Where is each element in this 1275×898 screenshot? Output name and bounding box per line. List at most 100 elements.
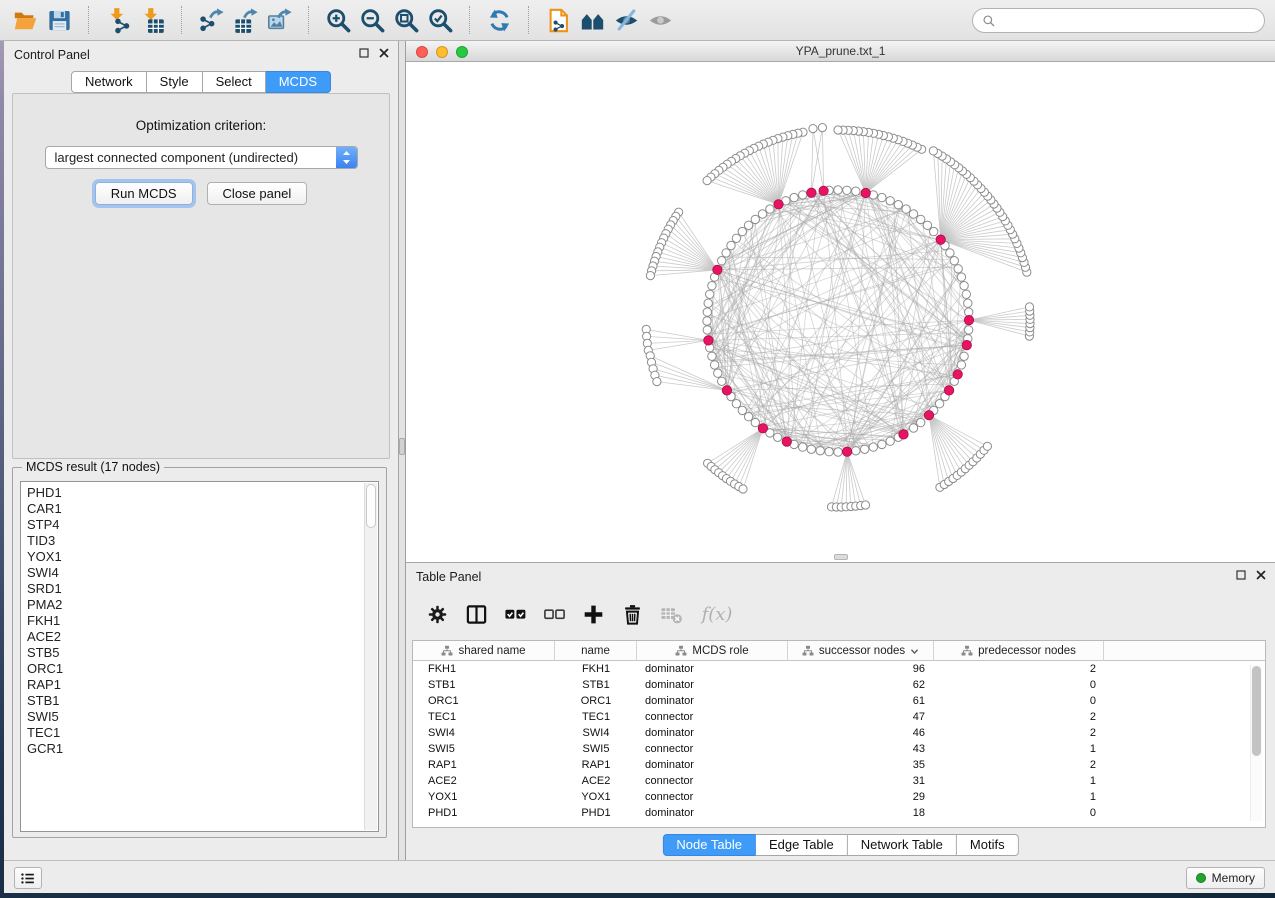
show-all-button xyxy=(643,3,677,37)
show-columns-button[interactable] xyxy=(461,599,491,629)
tab-mcds[interactable]: MCDS xyxy=(266,71,331,93)
table-row[interactable]: FKH1FKH1dominator962 xyxy=(413,661,1265,677)
tab-network-table[interactable]: Network Table xyxy=(848,834,957,856)
table-row[interactable]: STB1STB1dominator620 xyxy=(413,677,1265,693)
deselect-all-button[interactable] xyxy=(539,599,569,629)
mcds-result-item[interactable]: STB1 xyxy=(27,693,378,709)
horizontal-splitter-handle[interactable] xyxy=(834,554,848,560)
table-cell: TEC1 xyxy=(413,709,555,725)
mcds-list-scrollbar[interactable] xyxy=(364,483,377,830)
import-network-icon xyxy=(105,7,132,34)
table-row[interactable]: ORC1ORC1dominator610 xyxy=(413,693,1265,709)
export-image-button[interactable] xyxy=(262,3,296,37)
close-panel-button[interactable]: Close panel xyxy=(207,182,308,205)
network-graph[interactable] xyxy=(406,62,1275,562)
table-row[interactable]: PHD1PHD1dominator180 xyxy=(413,805,1265,821)
column-header-shared-name[interactable]: shared name xyxy=(413,641,555,661)
zoom-out-button[interactable] xyxy=(355,3,389,37)
table-row[interactable]: TEC1TEC1connector472 xyxy=(413,709,1265,725)
table-cell: ORC1 xyxy=(555,693,637,709)
node-table: shared namenameMCDS rolesuccessor nodesp… xyxy=(412,640,1266,828)
column-header-name[interactable]: name xyxy=(555,641,637,661)
table-row[interactable]: SWI4SWI4dominator462 xyxy=(413,725,1265,741)
mcds-tab-content: Optimization criterion: largest connecte… xyxy=(12,93,390,459)
search-box[interactable] xyxy=(972,8,1265,33)
mcds-result-item[interactable]: TID3 xyxy=(27,533,378,549)
hide-selected-button[interactable] xyxy=(609,3,643,37)
zoom-in-button[interactable] xyxy=(321,3,355,37)
column-header-MCDS-role[interactable]: MCDS role xyxy=(637,641,788,661)
mcds-result-item[interactable]: STB5 xyxy=(27,645,378,661)
open-file-button[interactable] xyxy=(8,3,42,37)
tab-motifs[interactable]: Motifs xyxy=(957,834,1019,856)
table-cell: PHD1 xyxy=(413,805,555,821)
save-session-icon xyxy=(46,7,73,34)
export-network-button[interactable] xyxy=(194,3,228,37)
table-row[interactable]: SWI5SWI5connector431 xyxy=(413,741,1265,757)
close-panel-icon[interactable] xyxy=(378,47,390,59)
first-neighbors-button[interactable] xyxy=(575,3,609,37)
mcds-result-item[interactable]: FKH1 xyxy=(27,613,378,629)
mcds-result-item[interactable]: TEC1 xyxy=(27,725,378,741)
zoom-selected-icon xyxy=(427,7,454,34)
table-scroll-thumb[interactable] xyxy=(1252,666,1261,756)
delete-column-icon xyxy=(621,603,644,626)
search-input[interactable] xyxy=(1002,14,1255,28)
mcds-result-item[interactable]: PHD1 xyxy=(27,485,378,501)
optimization-select[interactable]: largest connected component (undirected) xyxy=(45,146,358,169)
table-cell: ACE2 xyxy=(555,773,637,789)
node-column-icon xyxy=(441,645,453,657)
run-mcds-button[interactable]: Run MCDS xyxy=(95,182,193,205)
import-table-button[interactable] xyxy=(135,3,169,37)
table-row[interactable]: ACE2ACE2connector311 xyxy=(413,773,1265,789)
mcds-result-item[interactable]: SRD1 xyxy=(27,581,378,597)
mcds-result-item[interactable]: SWI4 xyxy=(27,565,378,581)
mcds-result-item[interactable]: PMA2 xyxy=(27,597,378,613)
save-session-button[interactable] xyxy=(42,3,76,37)
import-network-button[interactable] xyxy=(101,3,135,37)
vertical-splitter[interactable] xyxy=(399,41,406,860)
mcds-result-list: PHD1CAR1STP4TID3YOX1SWI4SRD1PMA2FKH1ACE2… xyxy=(20,481,379,832)
mcds-list-scroll-thumb[interactable] xyxy=(366,484,376,528)
column-header-successor-nodes[interactable]: successor nodes xyxy=(788,641,934,661)
tab-style[interactable]: Style xyxy=(147,71,203,93)
table-cell: STB1 xyxy=(555,677,637,693)
open-file-icon xyxy=(12,7,39,34)
select-all-button[interactable] xyxy=(500,599,530,629)
table-row[interactable]: YOX1YOX1connector291 xyxy=(413,789,1265,805)
mcds-result-item[interactable]: YOX1 xyxy=(27,549,378,565)
mcds-result-item[interactable]: SWI5 xyxy=(27,709,378,725)
vertical-splitter-handle[interactable] xyxy=(399,438,405,455)
network-canvas[interactable] xyxy=(406,62,1275,562)
table-settings-button[interactable] xyxy=(422,599,452,629)
mcds-result-item[interactable]: ORC1 xyxy=(27,661,378,677)
refresh-button[interactable] xyxy=(482,3,516,37)
zoom-fit-button[interactable] xyxy=(389,3,423,37)
task-history-button[interactable] xyxy=(14,867,42,889)
table-scrollbar[interactable] xyxy=(1250,665,1262,821)
table-cell: connector xyxy=(637,773,788,789)
export-table-button[interactable] xyxy=(228,3,262,37)
table-cell: 31 xyxy=(788,773,934,789)
close-table-panel-icon[interactable] xyxy=(1255,569,1267,581)
zoom-selected-button[interactable] xyxy=(423,3,457,37)
memory-button[interactable]: Memory xyxy=(1186,867,1265,889)
float-table-panel-icon[interactable] xyxy=(1235,569,1247,581)
tab-node-table[interactable]: Node Table xyxy=(662,834,756,856)
mcds-result-item[interactable]: GCR1 xyxy=(27,741,378,757)
mcds-result-item[interactable]: STP4 xyxy=(27,517,378,533)
tab-select[interactable]: Select xyxy=(203,71,266,93)
table-row[interactable]: RAP1RAP1dominator352 xyxy=(413,757,1265,773)
delete-column-button[interactable] xyxy=(617,599,647,629)
float-panel-icon[interactable] xyxy=(358,47,370,59)
column-header-predecessor-nodes[interactable]: predecessor nodes xyxy=(934,641,1104,661)
mcds-result-item[interactable]: CAR1 xyxy=(27,501,378,517)
table-cell: 2 xyxy=(934,725,1104,741)
optimization-select-value: largest connected component (undirected) xyxy=(55,150,299,165)
create-column-button[interactable] xyxy=(578,599,608,629)
new-network-from-selection-button[interactable] xyxy=(541,3,575,37)
mcds-result-item[interactable]: RAP1 xyxy=(27,677,378,693)
tab-network[interactable]: Network xyxy=(71,71,147,93)
mcds-result-item[interactable]: ACE2 xyxy=(27,629,378,645)
tab-edge-table[interactable]: Edge Table xyxy=(756,834,848,856)
